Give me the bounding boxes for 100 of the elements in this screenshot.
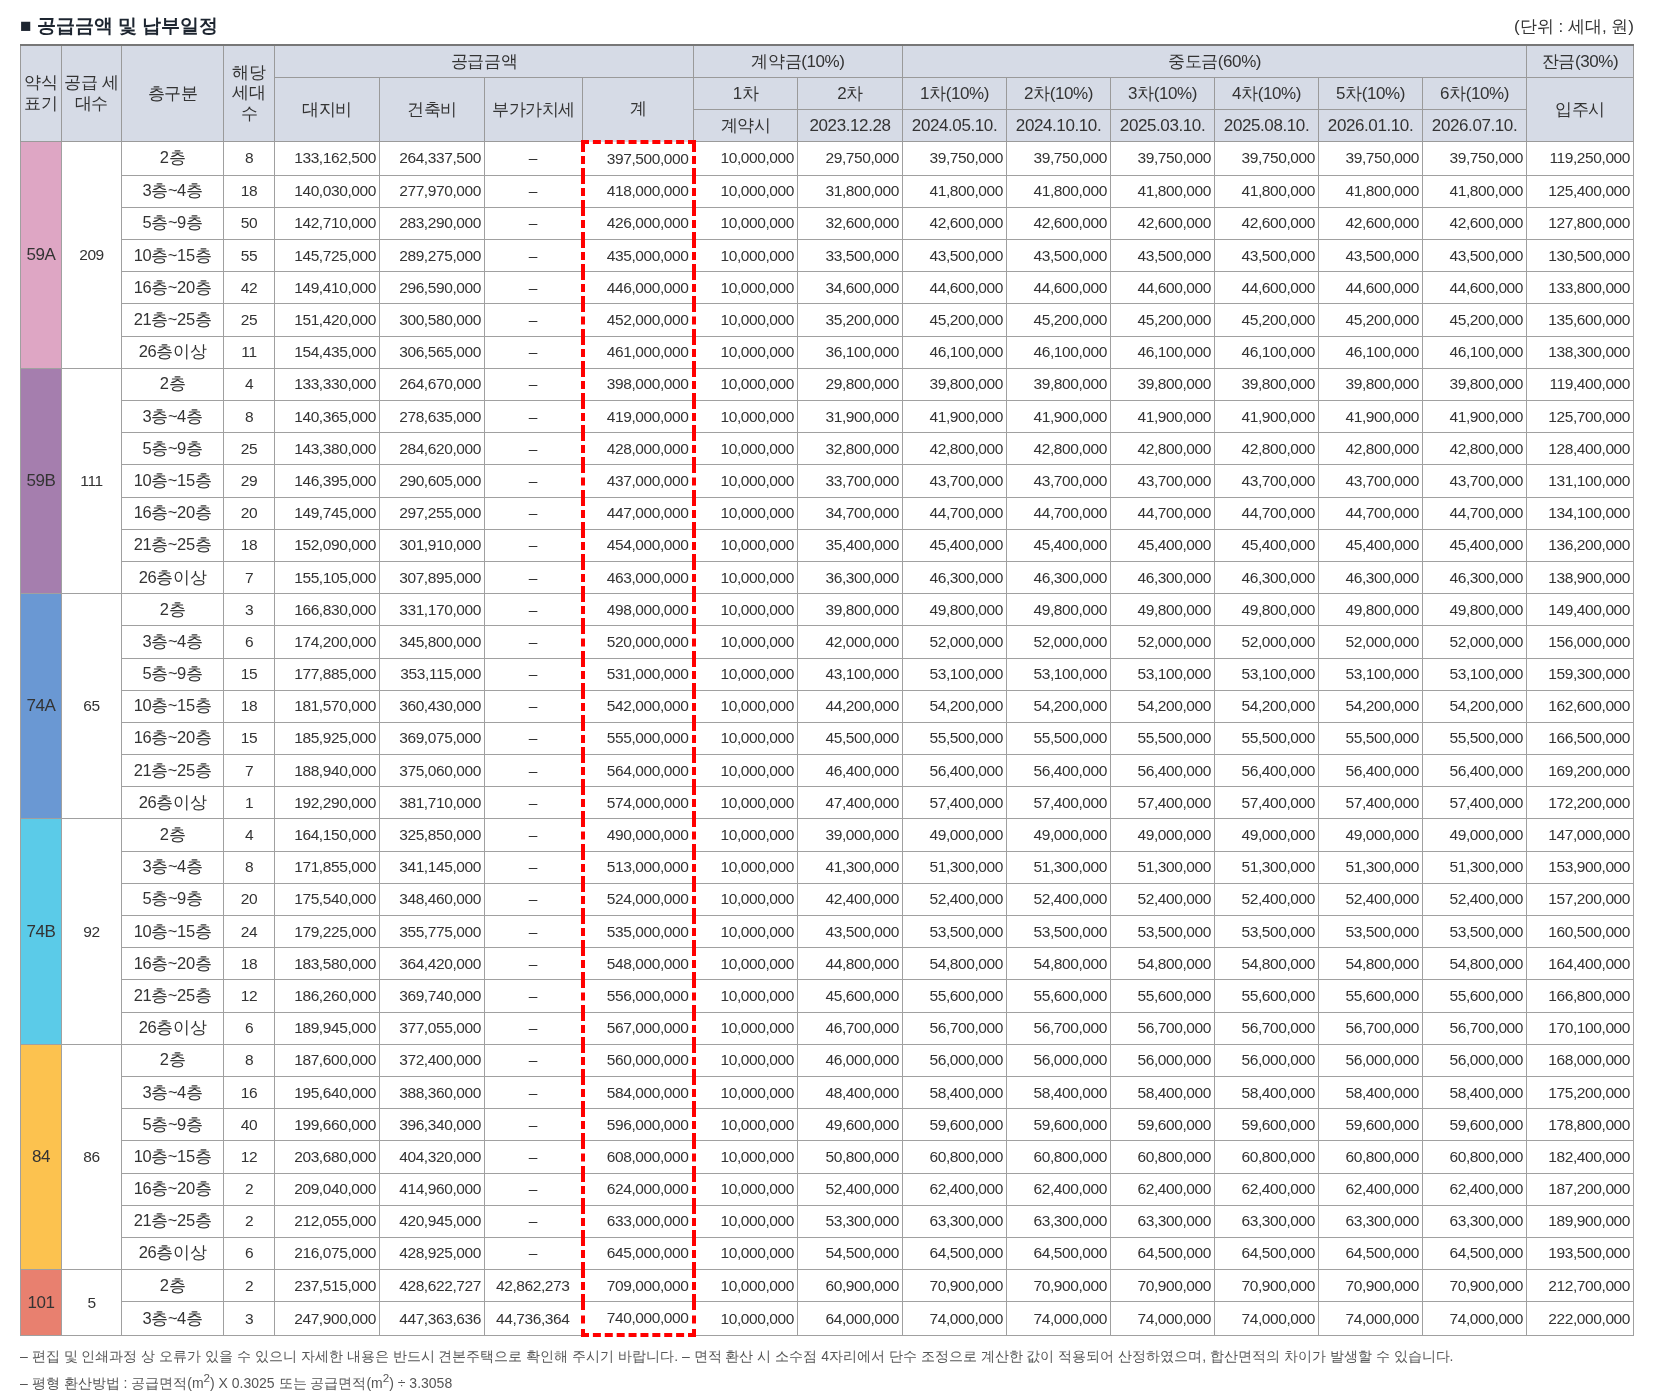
- table-cell: 437,000,000: [582, 464, 694, 498]
- table-cell: 21층~25층: [121, 754, 224, 787]
- table-cell: 56,700,000: [1006, 1012, 1111, 1045]
- table-cell: 39,750,000: [902, 141, 1007, 176]
- table-cell: 49,800,000: [902, 593, 1007, 626]
- table-cell: 70,900,000: [1214, 1269, 1319, 1302]
- table-cell: 355,775,000: [379, 915, 485, 948]
- table-cell: 10,000,000: [693, 400, 798, 433]
- table-cell: 29: [223, 464, 275, 498]
- table-cell: 39,800,000: [1422, 368, 1527, 401]
- table-cell: 44,700,000: [902, 497, 1007, 530]
- table-cell: 45,400,000: [1006, 529, 1111, 562]
- table-cell: 74,000,000: [1422, 1301, 1527, 1336]
- table-cell: 153,900,000: [1526, 851, 1634, 884]
- header-cell: 부가가치세: [484, 77, 583, 142]
- table-cell: 16층~20층: [121, 497, 224, 530]
- table-cell: 18: [223, 175, 275, 208]
- table-cell: 10,000,000: [693, 497, 798, 530]
- table-cell: 42,600,000: [1006, 207, 1111, 240]
- table-cell: 18: [223, 690, 275, 723]
- table-cell: 56,400,000: [1318, 754, 1423, 787]
- table-cell: 162,600,000: [1526, 690, 1634, 723]
- table-cell: 43,100,000: [797, 658, 903, 691]
- table-cell: 414,960,000: [379, 1173, 485, 1206]
- header-cell: 공급금액: [274, 45, 694, 78]
- table-cell: 145,725,000: [274, 239, 380, 272]
- table-cell: 46,100,000: [902, 336, 1007, 369]
- table-cell: 44,800,000: [797, 947, 903, 980]
- table-cell: 42: [223, 271, 275, 304]
- table-cell: 175,540,000: [274, 883, 380, 916]
- table-cell: 10,000,000: [693, 1044, 798, 1077]
- table-cell: 56,000,000: [1006, 1044, 1111, 1077]
- table-cell: 46,300,000: [1422, 561, 1527, 594]
- table-cell: 12: [223, 979, 275, 1013]
- table-cell: 62,400,000: [1422, 1173, 1527, 1206]
- table-cell: 2층: [121, 141, 224, 176]
- table-cell: 222,000,000: [1526, 1301, 1634, 1336]
- table-cell: 31,800,000: [797, 175, 903, 208]
- table-cell: 15: [223, 722, 275, 755]
- table-cell: 46,100,000: [1006, 336, 1111, 369]
- table-cell: 2층: [121, 818, 224, 852]
- table-cell: 60,800,000: [1110, 1140, 1215, 1173]
- table-cell: 186,260,000: [274, 979, 380, 1013]
- table-cell: 584,000,000: [582, 1076, 694, 1109]
- table-cell: 10,000,000: [693, 625, 798, 658]
- table-cell: 177,885,000: [274, 658, 380, 691]
- table-cell: 20: [223, 883, 275, 916]
- table-cell: 3층~4층: [121, 625, 224, 658]
- table-cell: 264,337,500: [379, 141, 485, 176]
- table-cell: 345,800,000: [379, 625, 485, 658]
- table-cell: 39,800,000: [1318, 368, 1423, 401]
- header-cell: 해당 세대 수: [223, 45, 275, 142]
- table-cell: 57,400,000: [1214, 786, 1319, 819]
- table-cell: 45,400,000: [1110, 529, 1215, 562]
- header-cell: 잔금(30%): [1526, 45, 1634, 78]
- table-cell: 461,000,000: [582, 336, 694, 369]
- type-cell: 74B: [20, 818, 62, 1045]
- table-cell: 43,700,000: [1214, 464, 1319, 498]
- table-cell: 8: [223, 141, 275, 176]
- table-cell: 10,000,000: [693, 1269, 798, 1302]
- table-cell: 39,800,000: [1110, 368, 1215, 401]
- table-cell: 41,900,000: [1110, 400, 1215, 433]
- table-cell: 18: [223, 529, 275, 562]
- table-cell: 54,200,000: [1214, 690, 1319, 723]
- table-cell: 42,800,000: [1318, 432, 1423, 465]
- table-cell: 45,500,000: [797, 722, 903, 755]
- table-cell: 57,400,000: [1110, 786, 1215, 819]
- table-cell: 10,000,000: [693, 1140, 798, 1173]
- table-cell: 60,800,000: [1422, 1140, 1527, 1173]
- table-cell: 2층: [121, 1044, 224, 1077]
- header-cell: 1차: [693, 77, 798, 110]
- table-cell: 21층~25층: [121, 303, 224, 337]
- table-cell: 490,000,000: [582, 818, 694, 852]
- table-cell: 64,500,000: [1214, 1237, 1319, 1270]
- table-cell: 35,400,000: [797, 529, 903, 562]
- footnote: – 평형 환산방법 : 공급면적(m$^{2}$) X 0.3025 또는 공급면적(m$^{2}$) ÷ 3.3058: [20, 1370, 454, 1394]
- table-cell: 564,000,000: [582, 754, 694, 787]
- table-cell: 166,500,000: [1526, 722, 1634, 755]
- table-cell: 4: [223, 818, 275, 852]
- table-cell: 58,400,000: [1214, 1076, 1319, 1109]
- type-cell: 74A: [20, 593, 62, 819]
- table-cell: 18: [223, 947, 275, 980]
- table-cell: 56,700,000: [1110, 1012, 1215, 1045]
- header-cell: 5차(10%): [1318, 77, 1423, 110]
- table-cell: 53,100,000: [1214, 658, 1319, 691]
- table-cell: 157,200,000: [1526, 883, 1634, 916]
- table-cell: 10,000,000: [693, 271, 798, 304]
- table-cell: 7: [223, 561, 275, 594]
- unit-note: (단위 : 세대, 원): [1514, 15, 1634, 38]
- table-cell: 43,500,000: [902, 239, 1007, 272]
- type-cell: 59A: [20, 141, 62, 369]
- table-cell: 174,200,000: [274, 625, 380, 658]
- table-cell: 44,600,000: [1214, 271, 1319, 304]
- table-cell: 44,700,000: [1110, 497, 1215, 530]
- table-cell: 41,900,000: [902, 400, 1007, 433]
- table-cell: 360,430,000: [379, 690, 485, 723]
- table-cell: 2층: [121, 368, 224, 401]
- table-cell: 446,000,000: [582, 271, 694, 304]
- table-cell: 10,000,000: [693, 368, 798, 401]
- table-cell: 8: [223, 400, 275, 433]
